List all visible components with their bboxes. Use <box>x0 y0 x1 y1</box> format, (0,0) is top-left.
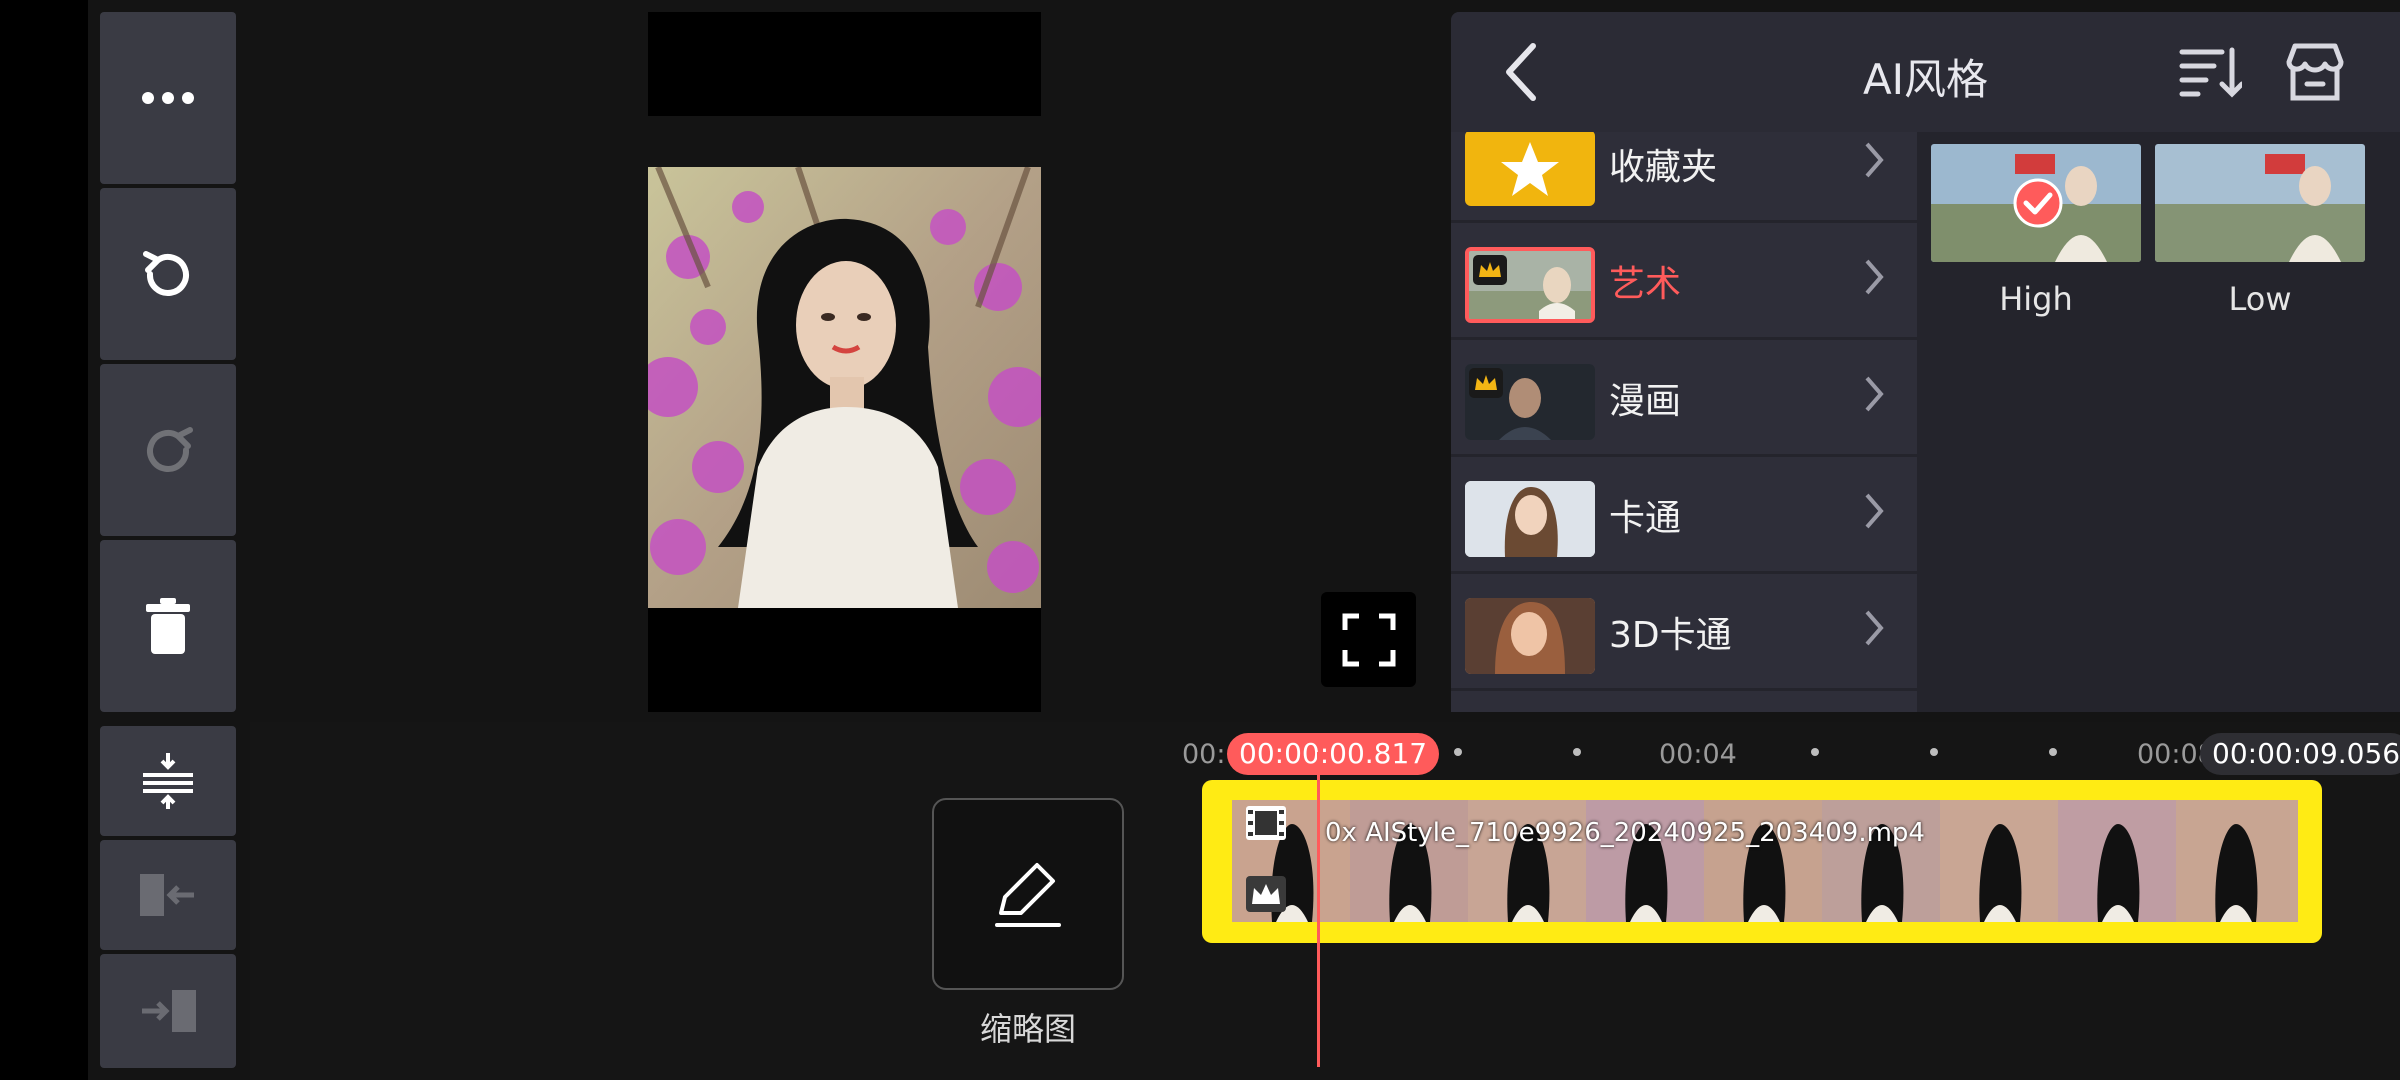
ruler-tick <box>1454 748 1462 756</box>
trim-right-icon <box>142 990 196 1032</box>
undo-button[interactable] <box>100 188 236 360</box>
style-high[interactable]: High <box>1931 144 2141 318</box>
cartoon-thumb <box>1465 481 1595 557</box>
undo-icon <box>143 251 189 296</box>
fullscreen-icon <box>1342 613 1395 666</box>
split-button[interactable] <box>100 726 236 836</box>
style-low-image <box>2155 144 2365 262</box>
category-more[interactable] <box>1451 691 1917 712</box>
ruler-tick <box>2049 748 2057 756</box>
style-low[interactable]: Low <box>2155 144 2365 318</box>
category-art[interactable]: 艺术 <box>1451 223 1917 337</box>
category-label: 漫画 <box>1609 381 1682 422</box>
preview-bottom-bar <box>648 608 1041 712</box>
trash-icon <box>146 598 190 654</box>
favorites-thumb <box>1465 132 1595 206</box>
panel-title: AI风格 <box>1862 55 1989 104</box>
check-icon <box>2013 178 2063 228</box>
more-icon <box>142 92 194 104</box>
thumbnail-label: 缩略图 <box>979 1010 1076 1048</box>
redo-icon <box>147 427 193 472</box>
ruler-tick <box>1573 748 1581 756</box>
category-3d-cartoon[interactable]: 3D卡通 <box>1451 574 1917 688</box>
category-label: 3D卡通 <box>1609 615 1732 656</box>
playhead[interactable] <box>1317 752 1320 1067</box>
chevron-right-icon <box>1865 376 1884 412</box>
art-thumb <box>1465 247 1595 323</box>
trim-left-icon <box>140 874 194 916</box>
style-grid: High Low <box>1917 132 2400 712</box>
clip-filename: 0x AIStyle_710e9926_20240925_203409.mp4 <box>1325 818 1925 848</box>
total-time-badge: 00:00:09.056 <box>2200 733 2400 775</box>
ruler-start-label: 00: <box>1182 739 1226 770</box>
trim-left-button[interactable] <box>100 840 236 950</box>
crown-icon <box>1473 255 1507 285</box>
pencil-icon <box>995 863 1061 927</box>
category-cartoon[interactable]: 卡通 <box>1451 457 1917 571</box>
film-icon <box>1246 806 1286 840</box>
category-comic[interactable]: 漫画 <box>1451 340 1917 454</box>
category-label: 卡通 <box>1609 498 1682 539</box>
fullscreen-button[interactable] <box>1321 592 1416 687</box>
store-icon[interactable] <box>2283 40 2347 104</box>
category-label: 收藏夹 <box>1609 147 1718 188</box>
current-time-badge: 00:00:00.817 <box>1227 733 1440 775</box>
category-favorites[interactable]: 收藏夹 <box>1451 132 1917 220</box>
ruler-tick <box>1930 748 1938 756</box>
star-icon <box>1501 142 1559 196</box>
ruler-mid-label: 00:04 <box>1659 739 1737 770</box>
redo-button[interactable] <box>100 364 236 536</box>
style-label: Low <box>2228 280 2292 318</box>
chevron-right-icon <box>1865 610 1884 646</box>
ruler-tick <box>1811 748 1819 756</box>
crown-icon <box>1246 876 1286 912</box>
comic-thumb <box>1465 364 1595 440</box>
portrait-illustration <box>648 167 1041 608</box>
style-label: High <box>1999 280 2073 318</box>
chevron-right-icon <box>1865 493 1884 529</box>
cartoon-thumb-image <box>1465 481 1595 557</box>
3d-cartoon-thumb-image <box>1465 598 1595 674</box>
style-low-thumb <box>2155 144 2365 262</box>
preview-top-bar <box>648 12 1041 116</box>
split-icon <box>143 753 193 809</box>
preview-image[interactable] <box>648 167 1041 608</box>
more-button[interactable] <box>100 12 236 184</box>
style-high-thumb <box>1931 144 2141 262</box>
chevron-right-icon <box>1865 259 1884 295</box>
3d-cartoon-thumb <box>1465 598 1595 674</box>
panel-header: AI风格 <box>1451 12 2400 132</box>
category-list: 收藏夹 艺术 漫画 卡通 3D卡通 <box>1451 132 1917 712</box>
crown-icon <box>1469 368 1503 398</box>
sort-icon[interactable] <box>2178 42 2242 102</box>
video-clip[interactable] <box>1202 780 2322 943</box>
trim-right-button[interactable] <box>100 954 236 1068</box>
chevron-right-icon <box>1865 142 1884 178</box>
category-label: 艺术 <box>1609 264 1682 305</box>
thumbnail-button[interactable] <box>932 798 1124 990</box>
ai-style-panel: AI风格 收藏夹 艺术 漫画 卡通 3D卡通 High Low <box>1451 12 2400 712</box>
delete-button[interactable] <box>100 540 236 712</box>
